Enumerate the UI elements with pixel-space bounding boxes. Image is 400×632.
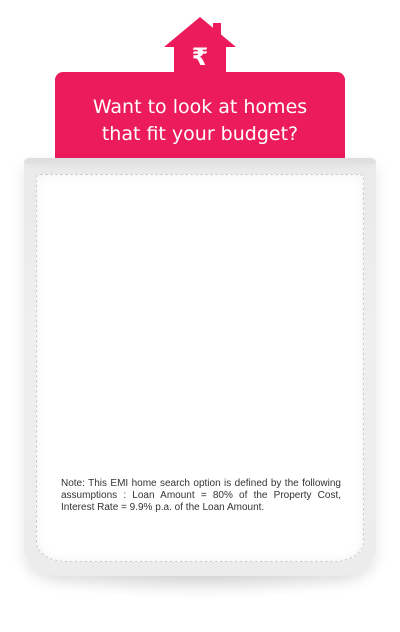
pocket-card: Note: This EMI home search option is def…	[24, 158, 376, 576]
header-title: Want to look at homes that fit your budg…	[55, 94, 345, 148]
house-rupee-icon: ₹	[164, 17, 236, 77]
pocket-top-edge	[24, 158, 376, 172]
header-title-line-2: that fit your budget?	[101, 123, 299, 145]
assumptions-note: Note: This EMI home search option is def…	[61, 478, 341, 513]
header-title-line-1: Want to look at homes	[92, 96, 308, 118]
pocket-content-area: Note: This EMI home search option is def…	[36, 174, 364, 562]
emi-budget-widget: ₹ Want to look at homes that fit your bu…	[0, 0, 400, 632]
rupee-symbol: ₹	[192, 43, 209, 71]
